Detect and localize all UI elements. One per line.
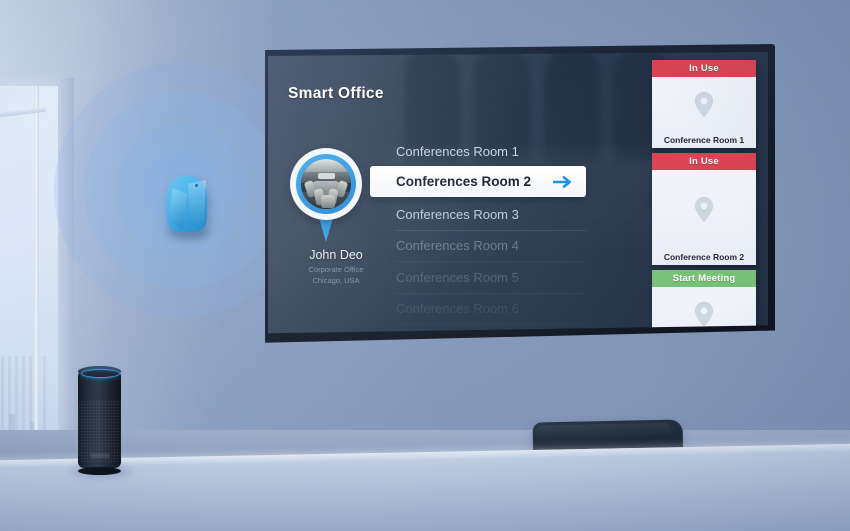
wall-mounted-tv: Smart Office Conferences Room 1 Conferen… xyxy=(263,44,775,344)
office-scene: Smart Office Conferences Room 1 Conferen… xyxy=(0,0,850,531)
smart-speaker-icon[interactable] xyxy=(78,366,121,475)
beacon-led-icon xyxy=(195,184,198,187)
screen-glare xyxy=(268,52,768,334)
speaker-light-ring-icon xyxy=(81,368,120,378)
bluetooth-beacon-device xyxy=(167,176,207,232)
tv-screen: Smart Office Conferences Room 1 Conferen… xyxy=(268,52,768,334)
window-mullion-horizontal xyxy=(0,105,46,118)
speaker-logo xyxy=(90,453,110,458)
